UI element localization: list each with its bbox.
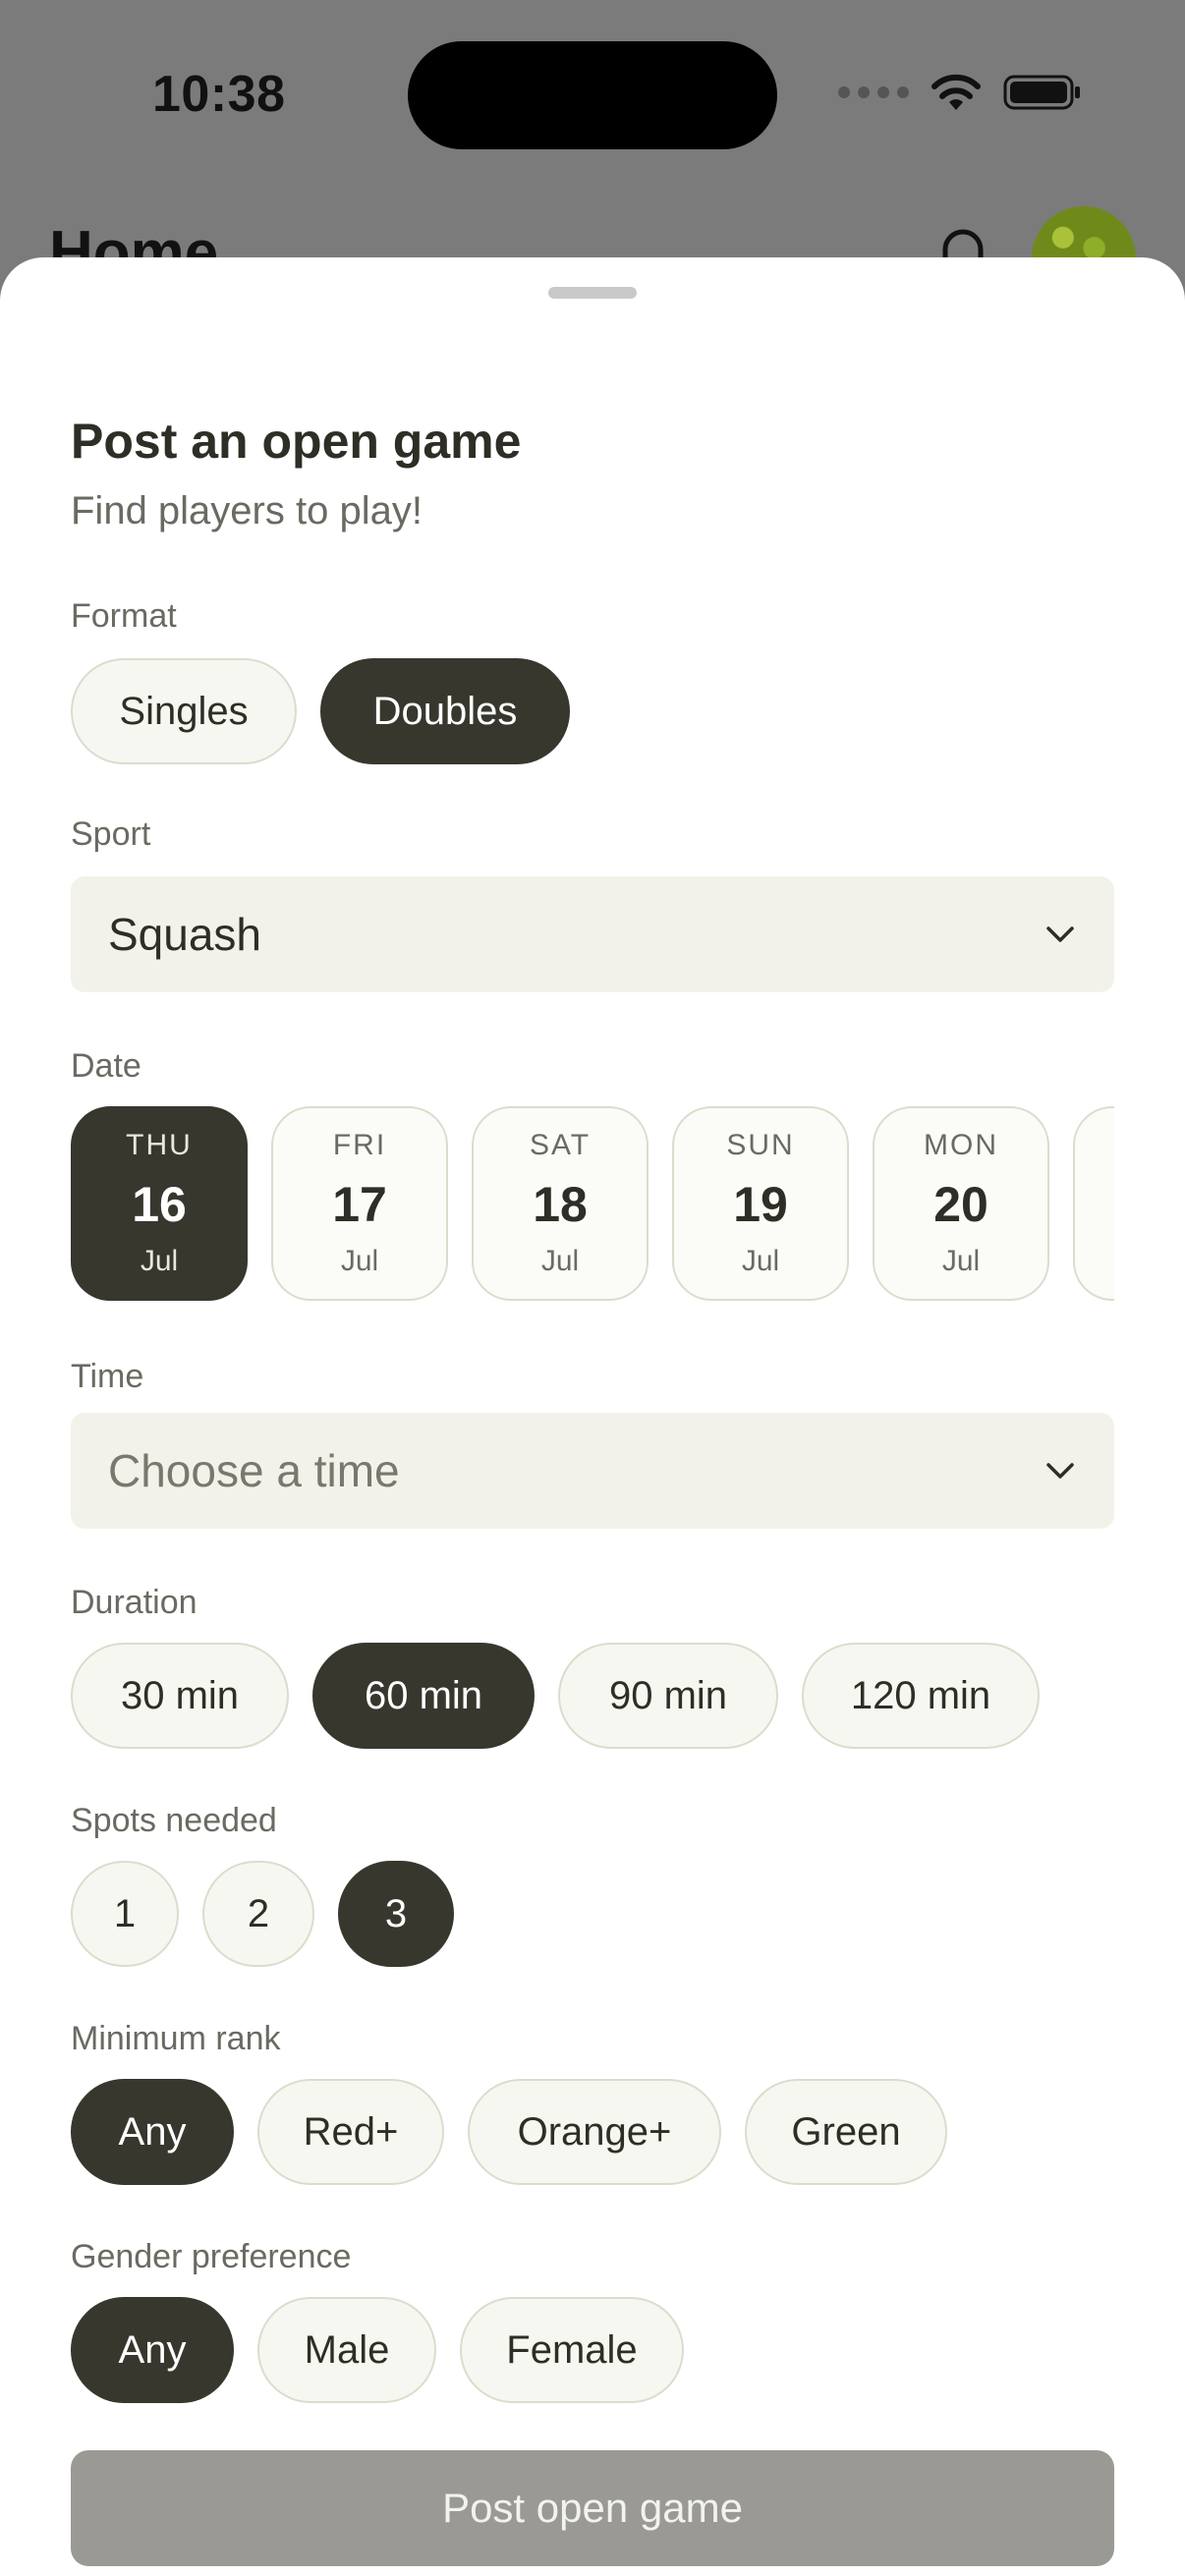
format-singles-chip[interactable]: Singles [71,658,297,764]
min-rank-options: Any Red+ Orange+ Green [71,2079,947,2185]
date-weekday: MON [924,1129,998,1161]
date-month: Jul [540,1245,580,1277]
spots-chip[interactable]: 3 [338,1861,454,1967]
date-card-partial[interactable] [1073,1106,1114,1301]
date-day: 20 [933,1177,988,1232]
rank-chip[interactable]: Any [71,2079,234,2185]
min-rank-label: Minimum rank [71,2020,281,2057]
date-month: Jul [941,1245,981,1277]
date-month: Jul [340,1245,379,1277]
duration-label: Duration [71,1584,198,1621]
gender-options: Any Male Female [71,2297,684,2403]
gender-chip[interactable]: Male [257,2297,436,2403]
format-label: Format [71,597,177,635]
spots-chip[interactable]: 2 [202,1861,314,1967]
format-doubles-chip[interactable]: Doubles [320,658,570,764]
date-month: Jul [140,1245,179,1277]
date-card[interactable]: THU 16 Jul [71,1106,248,1301]
sport-label: Sport [71,815,151,853]
date-card[interactable]: SAT 18 Jul [472,1106,649,1301]
date-weekday: SUN [726,1129,795,1161]
sheet-subtitle: Find players to play! [71,489,423,532]
date-card[interactable]: SUN 19 Jul [672,1106,849,1301]
chevron-down-icon [1046,1463,1074,1479]
sport-value: Squash [108,909,262,960]
post-game-sheet: Post an open game Find players to play! … [0,257,1185,2576]
wifi-icon [931,74,981,110]
date-picker: THU 16 Jul FRI 17 Jul SAT 18 Jul SUN 19 … [71,1106,1114,1303]
duration-options: 30 min 60 min 90 min 120 min [71,1643,1040,1749]
rank-chip[interactable]: Red+ [257,2079,444,2185]
chevron-down-icon [1046,926,1074,942]
time-label: Time [71,1358,144,1395]
date-label: Date [71,1047,141,1085]
sport-select[interactable]: Squash [71,876,1114,992]
date-weekday: FRI [332,1129,387,1161]
duration-chip[interactable]: 60 min [312,1643,535,1749]
date-weekday: THU [126,1129,193,1161]
sheet-title: Post an open game [71,414,522,469]
date-day: 19 [733,1177,788,1232]
rank-chip[interactable]: Green [745,2079,947,2185]
sheet-grabber[interactable] [548,287,637,299]
date-day: 16 [132,1177,187,1232]
time-select[interactable]: Choose a time [71,1413,1114,1529]
gender-label: Gender preference [71,2238,352,2275]
cellular-signal-icon [838,86,909,98]
date-weekday: SAT [529,1129,592,1161]
gender-chip[interactable]: Any [71,2297,234,2403]
date-month: Jul [741,1245,780,1277]
format-options: Singles Doubles [71,658,570,764]
spots-options: 1 2 3 [71,1861,454,1967]
dynamic-island [408,41,777,149]
status-time: 10:38 [152,66,286,123]
duration-chip[interactable]: 120 min [802,1643,1040,1749]
post-open-game-button[interactable]: Post open game [71,2450,1114,2566]
time-placeholder: Choose a time [108,1445,400,1496]
duration-chip[interactable]: 30 min [71,1643,289,1749]
spots-chip[interactable]: 1 [71,1861,179,1967]
date-day: 17 [332,1177,387,1232]
date-card[interactable]: MON 20 Jul [873,1106,1049,1301]
rank-chip[interactable]: Orange+ [468,2079,721,2185]
duration-chip[interactable]: 90 min [558,1643,778,1749]
date-day: 18 [533,1177,588,1232]
gender-chip[interactable]: Female [460,2297,684,2403]
spots-label: Spots needed [71,1802,277,1839]
battery-icon [1003,75,1080,110]
date-card[interactable]: FRI 17 Jul [271,1106,448,1301]
screen: 10:38 Home Post an open game Find player… [0,0,1185,2576]
status-indicators [838,73,1082,112]
